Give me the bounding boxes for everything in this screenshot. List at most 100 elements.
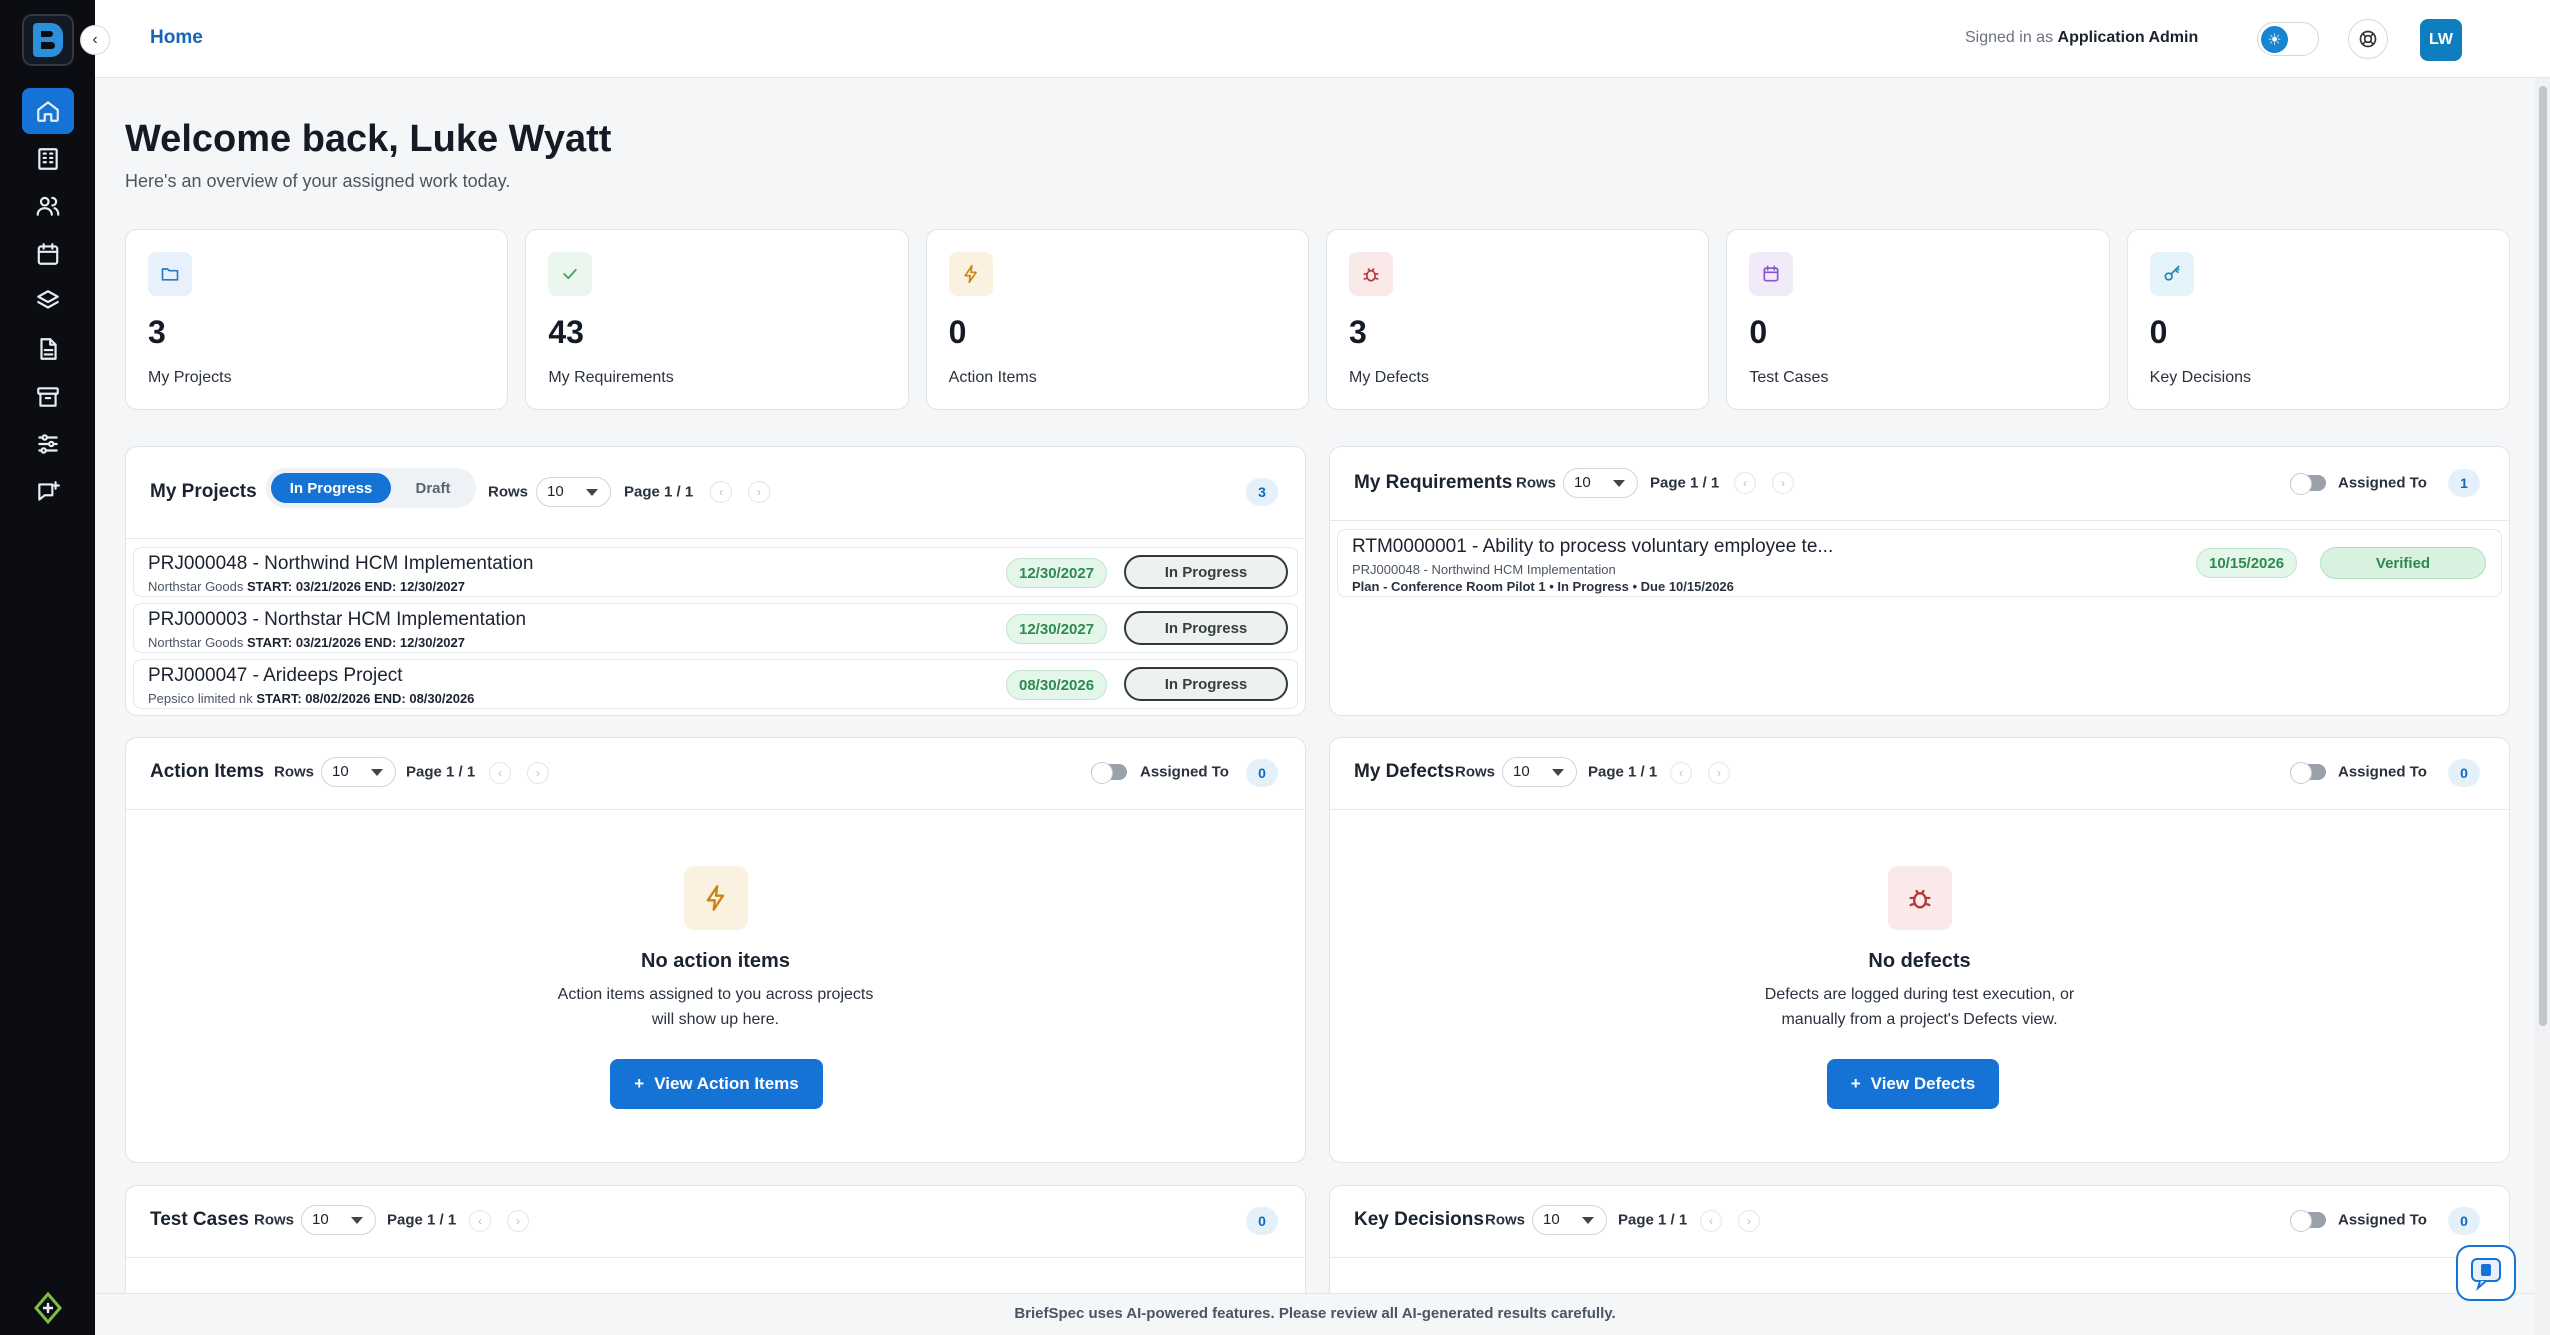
project-dates: START: 03/21/2026 END: 12/30/2027 (247, 635, 465, 650)
stat-card-action-items[interactable]: 0 Action Items (925, 229, 1309, 410)
status-pill: In Progress (1124, 667, 1288, 701)
assigned-to-toggle[interactable] (2290, 1210, 2326, 1232)
project-row[interactable]: PRJ000003 - Northstar HCM Implementation… (133, 603, 1298, 653)
bug-icon (1348, 252, 1393, 296)
rows-label: Rows (274, 763, 315, 781)
chat-bubble-icon (2471, 1258, 2501, 1291)
status-pill: In Progress (1124, 611, 1288, 645)
stat-card-requirements[interactable]: 43 My Requirements (525, 229, 909, 410)
count-badge: 0 (1246, 759, 1278, 787)
assigned-to-label: Assigned To (2338, 763, 2427, 781)
app-logo[interactable] (22, 14, 74, 66)
next-page-button[interactable]: › (507, 1210, 529, 1232)
sidebar-item-projects[interactable] (22, 136, 74, 182)
page-indicator: Page 1 / 1 (1588, 763, 1658, 781)
next-page-button[interactable]: › (748, 481, 770, 503)
prev-page-button[interactable]: ‹ (1670, 762, 1692, 784)
due-date-pill: 10/15/2026 (2196, 548, 2298, 578)
theme-toggle[interactable]: ☀ (2257, 22, 2319, 56)
sidebar-item-home[interactable] (22, 88, 74, 134)
next-page-button[interactable]: › (1738, 1210, 1760, 1232)
sidebar-item-archive[interactable] (22, 374, 74, 420)
stat-card-defects[interactable]: 3 My Defects (1325, 229, 1710, 410)
button-label: View Action Items (654, 1074, 799, 1093)
project-meta: Pepsico limited nk START: 08/02/2026 END… (148, 691, 474, 706)
my-projects-panel: My Projects In Progress Draft Rows 10 Pa… (125, 446, 1306, 716)
assigned-to-label: Assigned To (2338, 1211, 2427, 1229)
breadcrumb-home[interactable]: Home (150, 27, 203, 49)
project-row[interactable]: PRJ000047 - Arideeps Project Pepsico lim… (133, 659, 1298, 709)
rows-select[interactable]: 10 (1532, 1205, 1607, 1235)
view-action-items-button[interactable]: + View Action Items (610, 1059, 823, 1109)
page-scrollbar[interactable] (2535, 78, 2550, 1335)
assistant-chat-button[interactable] (2456, 1245, 2516, 1301)
panel-header: My Defects Rows 10 Page 1 / 1 ‹ › Assign… (1330, 738, 2509, 810)
prev-page-button[interactable]: ‹ (710, 481, 732, 503)
stat-label: My Defects (1348, 369, 1429, 386)
view-defects-button[interactable]: + View Defects (1827, 1059, 1999, 1109)
empty-title: No defects (1868, 950, 1971, 972)
project-status-tabs: In Progress Draft (266, 468, 476, 508)
scrollbar-thumb[interactable] (2539, 86, 2547, 1026)
panel-header: Key Decisions Rows 10 Page 1 / 1 ‹ › Ass… (1330, 1186, 2509, 1258)
next-page-button[interactable]: › (527, 762, 549, 784)
project-name: PRJ000003 - Northstar HCM Implementation (148, 609, 527, 630)
assigned-to-toggle[interactable] (2290, 473, 2326, 495)
stat-value: 43 (548, 314, 584, 350)
project-row[interactable]: PRJ000048 - Northwind HCM Implementation… (133, 547, 1298, 597)
user-avatar[interactable]: LW (2420, 19, 2462, 61)
brand-mark-icon[interactable] (30, 1290, 66, 1326)
assigned-to-toggle[interactable] (1091, 762, 1127, 784)
next-page-button[interactable]: › (1772, 472, 1794, 494)
rows-select[interactable]: 10 (1502, 757, 1577, 787)
rows-label: Rows (1455, 763, 1496, 781)
assigned-to-toggle[interactable] (2290, 762, 2326, 784)
check-icon (548, 252, 593, 296)
due-date-pill: 08/30/2026 (1006, 670, 1108, 700)
sidebar-collapse-button[interactable]: ‹ (80, 25, 110, 55)
requirement-name: RTM0000001 - Ability to process voluntar… (1352, 536, 1834, 557)
tab-in-progress[interactable]: In Progress (271, 473, 391, 503)
prev-page-button[interactable]: ‹ (489, 762, 511, 784)
status-pill: In Progress (1124, 555, 1288, 589)
empty-text-line-1: Action items assigned to you across proj… (557, 986, 874, 1003)
bolt-icon (684, 866, 748, 930)
rows-select[interactable]: 10 (1563, 468, 1638, 498)
rows-select[interactable]: 10 (321, 757, 396, 787)
prev-page-button[interactable]: ‹ (1734, 472, 1756, 494)
stat-card-key-decisions[interactable]: 0 Key Decisions (2126, 229, 2510, 410)
assigned-to-label: Assigned To (2338, 474, 2427, 492)
stat-card-projects[interactable]: 3 My Projects (125, 229, 509, 410)
tab-draft[interactable]: Draft (394, 473, 472, 503)
stat-value: 0 (948, 314, 967, 350)
support-button[interactable] (2348, 19, 2388, 59)
page-indicator: Page 1 / 1 (1618, 1211, 1688, 1229)
status-pill: Verified (2320, 547, 2486, 579)
sidebar-item-users[interactable] (22, 183, 74, 229)
panel-header: Test Cases Rows 10 Page 1 / 1 ‹ › 0 (126, 1186, 1305, 1258)
stat-card-test-cases[interactable]: 0 Test Cases (1726, 229, 2110, 410)
ai-disclaimer-footer: BriefSpec uses AI-powered features. Plea… (95, 1293, 2535, 1335)
rows-label: Rows (254, 1211, 295, 1229)
page-indicator: Page 1 / 1 (387, 1211, 457, 1229)
rows-select[interactable]: 10 (536, 477, 611, 507)
panel-title: My Requirements (1354, 472, 1513, 493)
sidebar-item-feedback[interactable] (22, 469, 74, 515)
requirement-project: PRJ000048 - Northwind HCM Implementation (1352, 562, 1616, 577)
signed-in-prefix: Signed in as (1965, 29, 2054, 46)
page-indicator: Page 1 / 1 (624, 483, 694, 501)
sidebar-item-calendar[interactable] (22, 231, 74, 277)
prev-page-button[interactable]: ‹ (469, 1210, 491, 1232)
sidebar-item-layers[interactable] (22, 278, 74, 324)
bug-icon (1888, 866, 1952, 930)
building-icon (38, 147, 58, 170)
sidebar-item-documents[interactable] (22, 326, 74, 372)
sidebar-item-settings[interactable] (22, 421, 74, 467)
panel-title: My Defects (1354, 761, 1455, 782)
requirement-row[interactable]: RTM0000001 - Ability to process voluntar… (1337, 529, 2502, 597)
stat-value: 3 (1348, 314, 1367, 350)
project-client: Northstar Goods (148, 579, 244, 594)
next-page-button[interactable]: › (1708, 762, 1730, 784)
prev-page-button[interactable]: ‹ (1700, 1210, 1722, 1232)
rows-select[interactable]: 10 (301, 1205, 376, 1235)
